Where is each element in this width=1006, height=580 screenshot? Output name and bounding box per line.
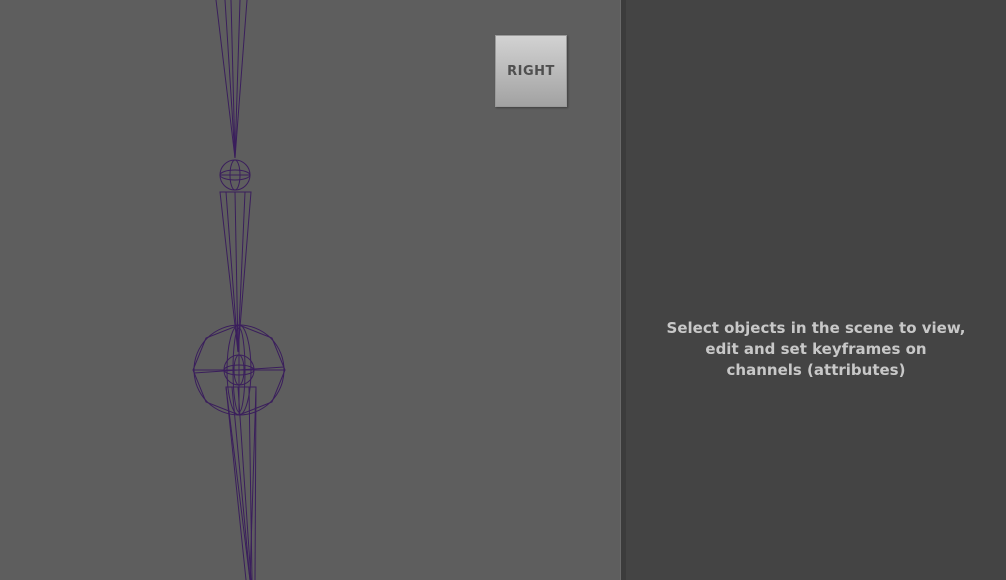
channel-box-panel: Select objects in the scene to view, edi… bbox=[626, 0, 1006, 580]
view-cube-label: RIGHT bbox=[507, 63, 555, 79]
scene-viewport[interactable]: RIGHT bbox=[0, 0, 620, 580]
maya-workspace: RIGHT Select objects in the scene to vie… bbox=[0, 0, 1006, 580]
neck-joint[interactable] bbox=[219, 159, 251, 191]
view-cube-right[interactable]: RIGHT bbox=[495, 35, 567, 107]
lower-bone[interactable] bbox=[225, 386, 257, 580]
upper-bone[interactable] bbox=[215, 0, 248, 159]
channel-box-empty-message: Select objects in the scene to view, edi… bbox=[666, 318, 966, 379]
